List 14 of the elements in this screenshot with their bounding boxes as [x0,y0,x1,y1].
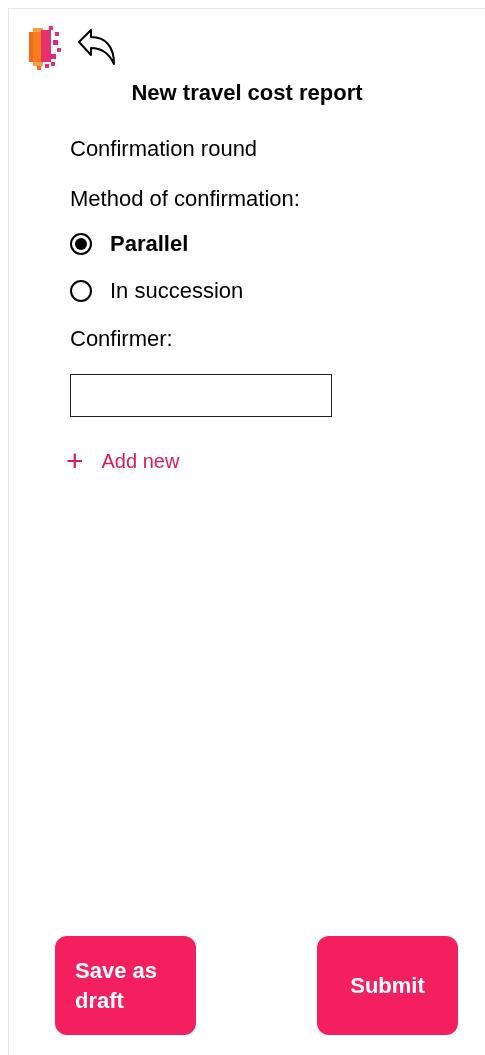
submit-button[interactable]: Submit [317,936,458,1035]
add-new-link[interactable]: + Add new [66,446,180,476]
section-heading: Confirmation round [70,136,259,162]
radio-label[interactable]: Parallel [110,231,189,257]
method-label: Method of confirmation: [70,186,301,212]
radio-label[interactable]: In succession [110,278,244,304]
confirmer-label: Confirmer: [70,326,174,352]
confirmer-input-field[interactable] [70,374,332,417]
page-title: New travel cost report [130,80,364,106]
save-draft-button[interactable]: Save as draft [55,936,196,1035]
back-arrow-icon[interactable] [77,28,117,66]
radio-button[interactable] [70,233,92,255]
radio-button[interactable] [70,280,92,302]
logo-icon [27,24,63,72]
